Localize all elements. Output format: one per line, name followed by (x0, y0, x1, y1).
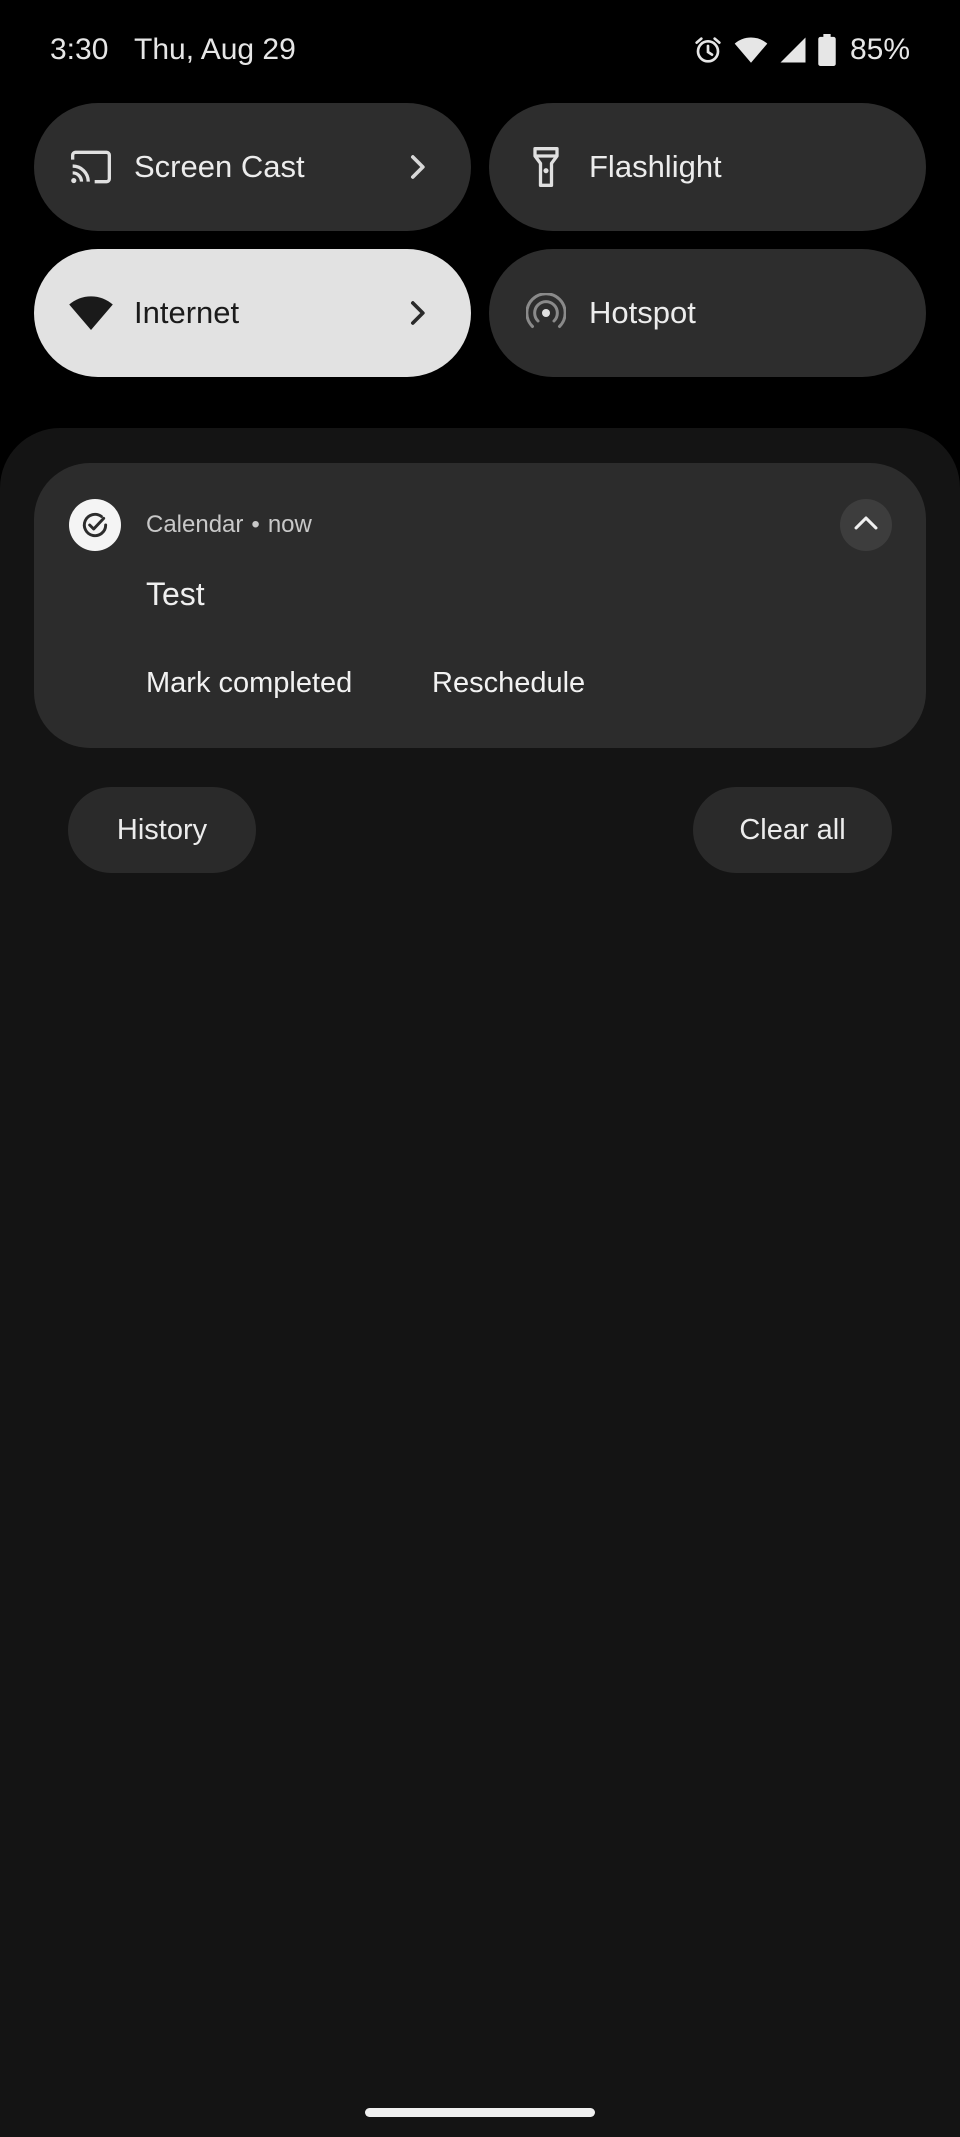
chevron-up-icon (849, 506, 883, 545)
cell-signal-icon (778, 35, 808, 65)
history-button[interactable]: History (68, 787, 256, 873)
separator-dot: • (251, 511, 260, 538)
reschedule-button[interactable]: Reschedule (432, 663, 585, 703)
tile-label: Flashlight (589, 149, 722, 184)
mark-completed-button[interactable]: Mark completed (146, 663, 352, 703)
clear-all-button[interactable]: Clear all (693, 787, 892, 873)
status-bar: 3:30 Thu, Aug 29 85% (0, 0, 960, 104)
wifi-icon (68, 290, 114, 336)
notification-time: now (267, 511, 312, 538)
notification-card[interactable]: Calendar • now Test Mark completed Resched… (34, 463, 926, 748)
chevron-right-icon (397, 147, 437, 187)
cast-icon (68, 144, 114, 190)
tile-label: Internet (134, 295, 240, 330)
chevron-right-icon (397, 293, 437, 333)
notification-app-name: Calendar (146, 511, 244, 538)
home-gesture-handle[interactable] (365, 2108, 595, 2117)
tile-label: Hotspot (589, 295, 696, 330)
battery-icon (818, 34, 836, 66)
battery-percent: 85% (849, 33, 910, 66)
calendar-check-icon (69, 499, 121, 551)
status-icons: 85% (692, 28, 910, 72)
alarm-icon (692, 34, 724, 66)
notification-title: Test (146, 576, 205, 612)
tile-internet[interactable]: Internet (34, 249, 471, 377)
tile-screen-cast[interactable]: Screen Cast (34, 103, 471, 231)
tile-label: Screen Cast (134, 149, 305, 184)
expand-toggle-button[interactable] (840, 499, 892, 551)
status-time: 3:30 (50, 33, 109, 66)
status-date: Thu, Aug 29 (134, 33, 296, 66)
tile-hotspot[interactable]: Hotspot (489, 249, 926, 377)
flashlight-icon (523, 144, 569, 190)
hotspot-icon (523, 290, 569, 336)
notification-header: Calendar • now (146, 507, 312, 543)
tile-flashlight[interactable]: Flashlight (489, 103, 926, 231)
wifi-icon (734, 35, 768, 65)
